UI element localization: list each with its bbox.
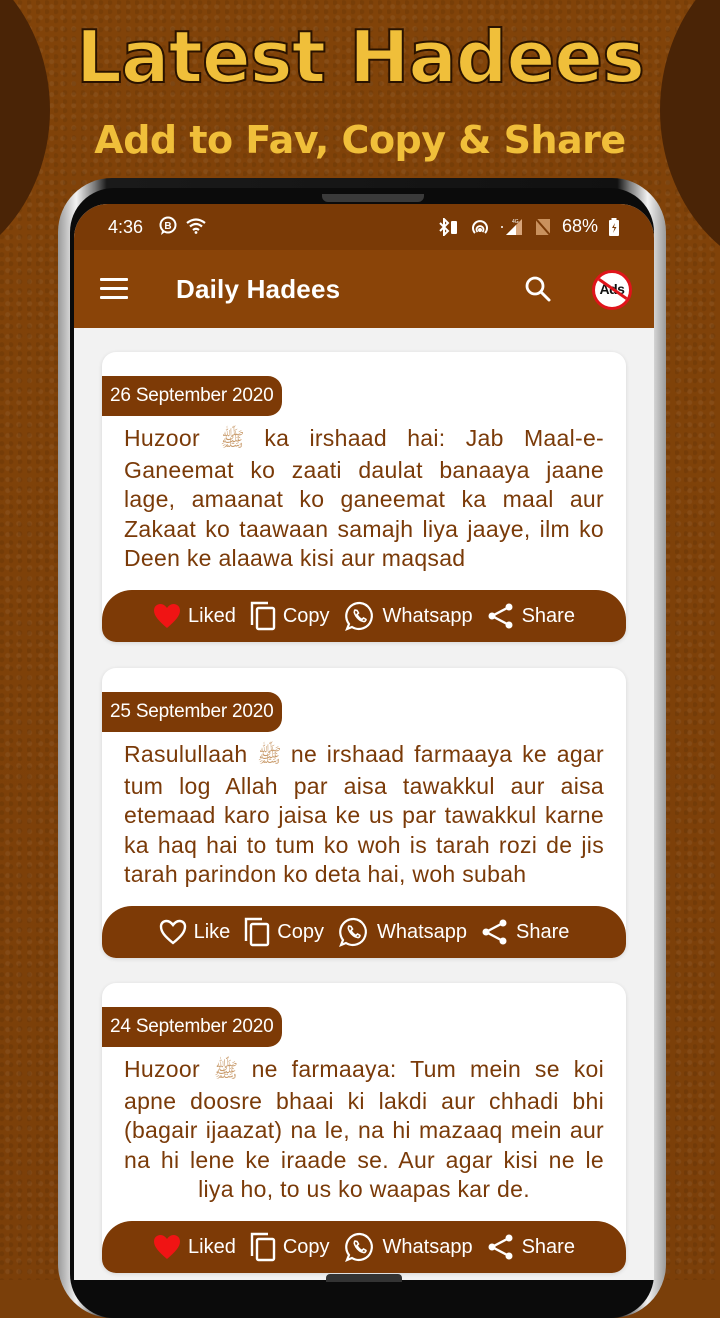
battery-charging-icon bbox=[609, 217, 619, 236]
hadees-text: Huzoor ﷺ ne farmaaya: Tum mein se koi ap… bbox=[124, 1055, 604, 1205]
search-icon[interactable] bbox=[524, 275, 552, 303]
like-button[interactable]: Liked bbox=[153, 603, 236, 629]
chat-bubble-b-icon: B bbox=[159, 216, 177, 235]
hadees-card: 26 September 2020 Huzoor ﷺ ka irshaad ha… bbox=[102, 352, 626, 642]
share-icon bbox=[488, 603, 513, 629]
wifi-icon bbox=[186, 218, 206, 234]
app-title: Daily Hadees bbox=[176, 274, 341, 304]
whatsapp-label: Whatsapp bbox=[382, 604, 473, 627]
hadees-date: 24 September 2020 bbox=[102, 1007, 282, 1047]
like-button[interactable]: Liked bbox=[153, 1234, 236, 1260]
whatsapp-button[interactable]: Whatsapp bbox=[344, 600, 473, 632]
no-sim-icon bbox=[535, 217, 551, 236]
whatsapp-label: Whatsapp bbox=[376, 920, 468, 943]
signal-icon: 4G bbox=[500, 218, 522, 235]
hadees-action-bar: Liked Copy Whatsapp Share bbox=[102, 590, 626, 642]
share-button[interactable]: Share bbox=[487, 602, 575, 630]
whatsapp-button[interactable]: Whatsapp bbox=[344, 1231, 473, 1263]
hadees-list[interactable]: 26 September 2020 Huzoor ﷺ ka irshaad ha… bbox=[74, 328, 654, 1273]
copy-label: Copy bbox=[277, 920, 324, 943]
like-label: Like bbox=[193, 920, 231, 943]
like-label: Liked bbox=[188, 604, 236, 627]
honorific-symbol: ﷺ bbox=[213, 1060, 239, 1082]
app-bar: Daily Hadees Ads bbox=[74, 250, 654, 328]
hadees-card: 25 September 2020 Rasulullaah ﷺ ne irsha… bbox=[102, 668, 626, 958]
status-right-icons: 4G 68% bbox=[438, 216, 620, 237]
share-icon bbox=[482, 919, 507, 945]
navigation-handle[interactable] bbox=[326, 1274, 402, 1282]
like-label: Liked bbox=[188, 1235, 236, 1258]
heart-filled-icon bbox=[154, 1235, 181, 1259]
share-button[interactable]: Share bbox=[481, 918, 569, 946]
status-bar: 4:36 B 4G 68% bbox=[74, 204, 654, 250]
hotspot-icon bbox=[472, 219, 488, 234]
share-label: Share bbox=[521, 604, 575, 627]
heart-outline-icon bbox=[159, 919, 186, 945]
status-left-icons: B bbox=[158, 216, 206, 236]
copy-icon bbox=[245, 917, 270, 947]
heart-filled-icon bbox=[154, 604, 181, 628]
copy-button[interactable]: Copy bbox=[250, 1232, 330, 1262]
whatsapp-icon bbox=[339, 917, 367, 947]
svg-text:4G: 4G bbox=[512, 219, 519, 225]
share-label: Share bbox=[516, 920, 570, 943]
copy-icon bbox=[250, 1232, 276, 1262]
hadees-text: Huzoor ﷺ ka irshaad hai: Jab Maal-e-Gane… bbox=[124, 424, 604, 574]
copy-button[interactable]: Copy bbox=[250, 601, 330, 631]
whatsapp-icon bbox=[344, 601, 373, 631]
app-screen: 4:36 B 4G 68% Daily Hadees Ads 26 Septem… bbox=[74, 204, 654, 1280]
hadees-card: 24 September 2020 Huzoor ﷺ ne farmaaya: … bbox=[102, 983, 626, 1273]
copy-icon bbox=[250, 601, 276, 631]
hadees-date: 26 September 2020 bbox=[102, 376, 282, 416]
hadees-action-bar: Like Copy Whatsapp Share bbox=[102, 906, 626, 958]
honorific-symbol: ﷺ bbox=[220, 429, 245, 451]
promo-subtitle: Add to Fav, Copy & Share bbox=[94, 118, 626, 162]
like-button[interactable]: Like bbox=[159, 919, 231, 945]
remove-ads-button[interactable]: Ads bbox=[592, 270, 632, 310]
hadees-text-before: Huzoor bbox=[124, 1056, 200, 1082]
phone-speaker bbox=[322, 194, 424, 202]
hadees-text: Rasulullaah ﷺ ne irshaad farmaaya ke aga… bbox=[124, 740, 604, 890]
copy-label: Copy bbox=[282, 1235, 330, 1258]
bluetooth-icon bbox=[439, 217, 457, 236]
status-time: 4:36 bbox=[108, 217, 144, 237]
hadees-date: 25 September 2020 bbox=[102, 692, 282, 732]
share-button[interactable]: Share bbox=[487, 1233, 575, 1261]
hadees-action-bar: Liked Copy Whatsapp Share bbox=[102, 1221, 626, 1273]
hadees-text-before: Huzoor bbox=[124, 425, 200, 451]
share-label: Share bbox=[521, 1235, 575, 1258]
share-icon bbox=[488, 1234, 513, 1260]
hamburger-menu-icon[interactable] bbox=[100, 278, 128, 300]
copy-label: Copy bbox=[282, 604, 330, 627]
promo-title: Latest Hadees bbox=[75, 14, 646, 100]
copy-button[interactable]: Copy bbox=[244, 917, 324, 947]
whatsapp-icon bbox=[344, 1232, 373, 1262]
svg-text:B: B bbox=[164, 221, 171, 232]
battery-percent: 68% bbox=[561, 216, 598, 236]
whatsapp-button[interactable]: Whatsapp bbox=[338, 916, 467, 948]
honorific-symbol: ﷺ bbox=[257, 745, 282, 767]
whatsapp-label: Whatsapp bbox=[382, 1235, 473, 1258]
hadees-text-before: Rasulullaah bbox=[124, 741, 248, 767]
